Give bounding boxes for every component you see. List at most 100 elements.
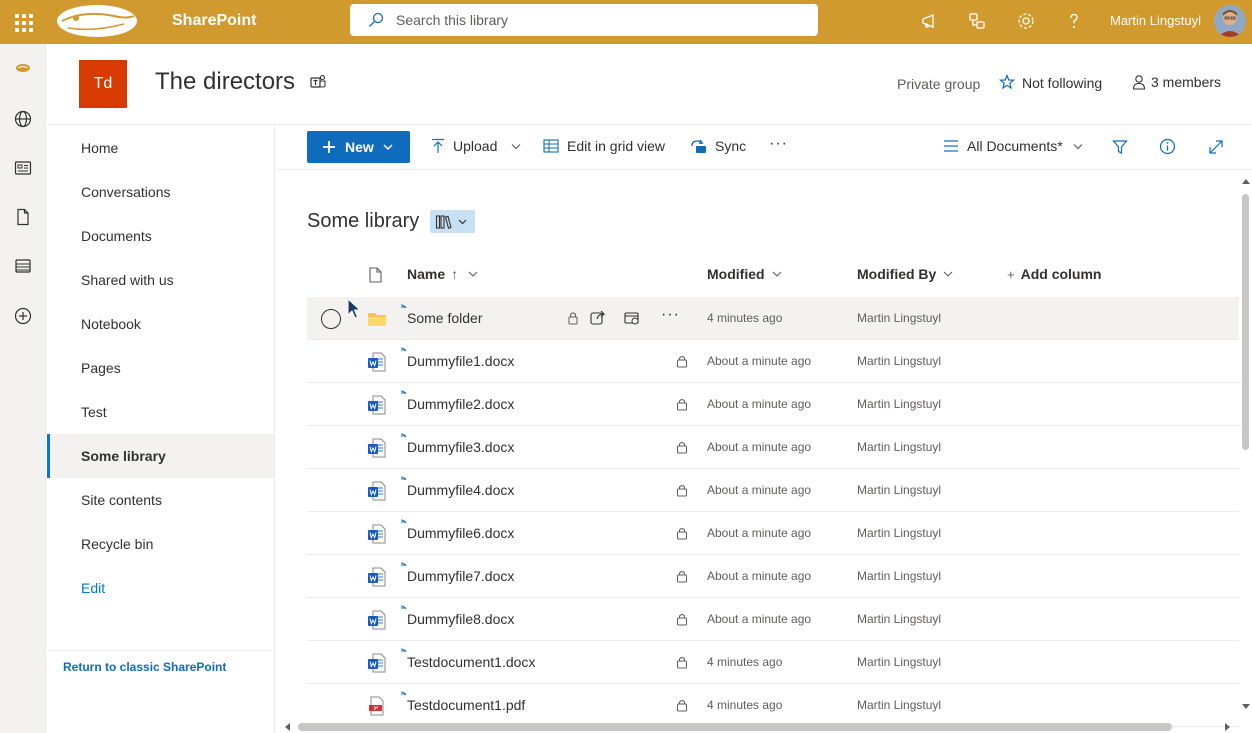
scroll-right-icon[interactable]: [1225, 723, 1231, 731]
activity-icon[interactable]: [623, 309, 641, 327]
file-icon[interactable]: [13, 207, 33, 227]
follow-button[interactable]: Not following: [1022, 75, 1102, 91]
file-name[interactable]: Dummyfile3.docx: [407, 439, 514, 455]
members-button[interactable]: 3 members: [1151, 74, 1221, 90]
nav-item-site-contents[interactable]: Site contents: [47, 478, 274, 522]
scroll-down-icon[interactable]: [1242, 704, 1250, 710]
modified-by-value[interactable]: Martin Lingstuyl: [857, 655, 941, 669]
create-icon[interactable]: [13, 306, 33, 326]
modified-by-value[interactable]: Martin Lingstuyl: [857, 526, 941, 540]
column-modified[interactable]: Modified: [707, 266, 782, 282]
list-item[interactable]: Dummyfile7.docx About a minute ago Martin …: [307, 555, 1239, 598]
app-name[interactable]: SharePoint: [172, 12, 256, 30]
nav-item-test[interactable]: Test: [47, 390, 274, 434]
search-input[interactable]: [396, 10, 796, 30]
modified-by-value[interactable]: Martin Lingstuyl: [857, 311, 941, 325]
return-classic-link[interactable]: Return to classic SharePoint: [63, 660, 226, 674]
modified-by-value[interactable]: Martin Lingstuyl: [857, 483, 941, 497]
column-modified-by[interactable]: Modified By: [857, 266, 953, 282]
file-name[interactable]: Some folder: [407, 310, 482, 326]
nav-divider: [47, 650, 274, 651]
app-launcher-icon[interactable]: [13, 12, 33, 32]
list-item[interactable]: Dummyfile6.docx About a minute ago Martin …: [307, 512, 1239, 555]
site-logo[interactable]: Td: [79, 60, 127, 108]
file-name[interactable]: Dummyfile2.docx: [407, 396, 514, 412]
list-item[interactable]: Testdocument1.docx 4 minutes ago Martin Li…: [307, 641, 1239, 684]
avatar[interactable]: [1214, 5, 1246, 37]
nav-item-shared-with-us[interactable]: Shared with us: [47, 258, 274, 302]
modified-value: About a minute ago: [707, 397, 812, 411]
file-name[interactable]: Dummyfile4.docx: [407, 482, 514, 498]
expand-icon[interactable]: [1208, 139, 1224, 155]
add-column-button[interactable]: + Add column: [1007, 266, 1101, 282]
nav-edit-link[interactable]: Edit: [47, 566, 274, 610]
word-file-icon: [368, 438, 386, 458]
list-item[interactable]: Dummyfile4.docx About a minute ago Martin …: [307, 469, 1239, 512]
view-switch-button[interactable]: [430, 210, 475, 233]
list-item[interactable]: Dummyfile2.docx About a minute ago Martin …: [307, 383, 1239, 426]
modified-value: About a minute ago: [707, 483, 812, 497]
list-item[interactable]: Dummyfile1.docx About a minute ago Martin …: [307, 340, 1239, 383]
file-name[interactable]: Testdocument1.docx: [407, 654, 535, 670]
star-icon[interactable]: [999, 74, 1015, 90]
nav-item-recycle-bin[interactable]: Recycle bin: [47, 522, 274, 566]
nav-item-some-library[interactable]: Some library: [47, 434, 274, 478]
modified-by-value[interactable]: Martin Lingstuyl: [857, 612, 941, 626]
plus-icon: +: [1007, 266, 1015, 282]
search-box[interactable]: [350, 4, 818, 36]
share-icon[interactable]: [967, 11, 987, 31]
vertical-scroll-thumb[interactable]: [1242, 194, 1249, 450]
share-icon[interactable]: [589, 309, 607, 327]
new-button[interactable]: New: [307, 131, 410, 163]
site-title[interactable]: The directors: [155, 68, 295, 96]
nav-item-home[interactable]: Home: [47, 126, 274, 170]
site-logo-icon[interactable]: [15, 62, 31, 74]
file-name[interactable]: Dummyfile8.docx: [407, 611, 514, 627]
view-label: All Documents*: [967, 138, 1063, 154]
info-icon[interactable]: [1159, 138, 1176, 155]
news-icon[interactable]: [13, 158, 33, 178]
horizontal-scroll-thumb[interactable]: [298, 723, 1172, 731]
sync-button[interactable]: Sync: [689, 138, 746, 154]
megaphone-icon[interactable]: [920, 11, 940, 31]
modified-by-value[interactable]: Martin Lingstuyl: [857, 397, 941, 411]
scroll-left-icon[interactable]: [284, 723, 290, 731]
scroll-up-icon[interactable]: [1242, 178, 1250, 184]
modified-by-value[interactable]: Martin Lingstuyl: [857, 440, 941, 454]
modified-by-value[interactable]: Martin Lingstuyl: [857, 569, 941, 583]
file-name[interactable]: Dummyfile7.docx: [407, 568, 514, 584]
horizontal-scrollbar[interactable]: [276, 718, 1239, 733]
list-item[interactable]: Dummyfile8.docx About a minute ago Martin …: [307, 598, 1239, 641]
list-icon[interactable]: [13, 256, 33, 276]
edit-grid-button[interactable]: Edit in grid view: [543, 138, 665, 154]
upload-button[interactable]: Upload: [431, 138, 529, 154]
nav-item-conversations[interactable]: Conversations: [47, 170, 274, 214]
gear-icon[interactable]: [1016, 11, 1036, 31]
nav-item-documents[interactable]: Documents: [47, 214, 274, 258]
modified-by-value[interactable]: Martin Lingstuyl: [857, 698, 941, 712]
file-name[interactable]: Testdocument1.pdf: [407, 697, 525, 713]
list-item[interactable]: Some folder ··· 4 minutes ago Martin Lin…: [307, 297, 1239, 340]
more-actions-button[interactable]: ···: [661, 306, 679, 324]
nav-item-pages[interactable]: Pages: [47, 346, 274, 390]
filter-icon[interactable]: [1112, 139, 1128, 155]
column-name[interactable]: Name ↑: [407, 266, 478, 282]
help-icon[interactable]: [1064, 11, 1084, 31]
file-type-header-icon[interactable]: [369, 267, 382, 283]
word-file-icon: [368, 610, 386, 630]
row-select-checkbox[interactable]: [321, 309, 341, 329]
teams-icon[interactable]: [309, 73, 327, 91]
list-item[interactable]: Dummyfile3.docx About a minute ago Martin …: [307, 426, 1239, 469]
file-name[interactable]: Dummyfile6.docx: [407, 525, 514, 541]
more-commands-button[interactable]: ···: [769, 135, 788, 153]
nav-item-notebook[interactable]: Notebook: [47, 302, 274, 346]
view-selector[interactable]: All Documents*: [943, 138, 1091, 154]
file-name[interactable]: Dummyfile1.docx: [407, 353, 514, 369]
modified-by-value[interactable]: Martin Lingstuyl: [857, 354, 941, 368]
user-name[interactable]: Martin Lingstuyl: [1110, 13, 1201, 28]
library-title: Some library: [307, 210, 420, 232]
vertical-scrollbar[interactable]: [1239, 170, 1252, 718]
brand-logo[interactable]: [54, 2, 140, 40]
column-modified-label: Modified: [707, 266, 765, 282]
globe-icon[interactable]: [13, 109, 33, 129]
